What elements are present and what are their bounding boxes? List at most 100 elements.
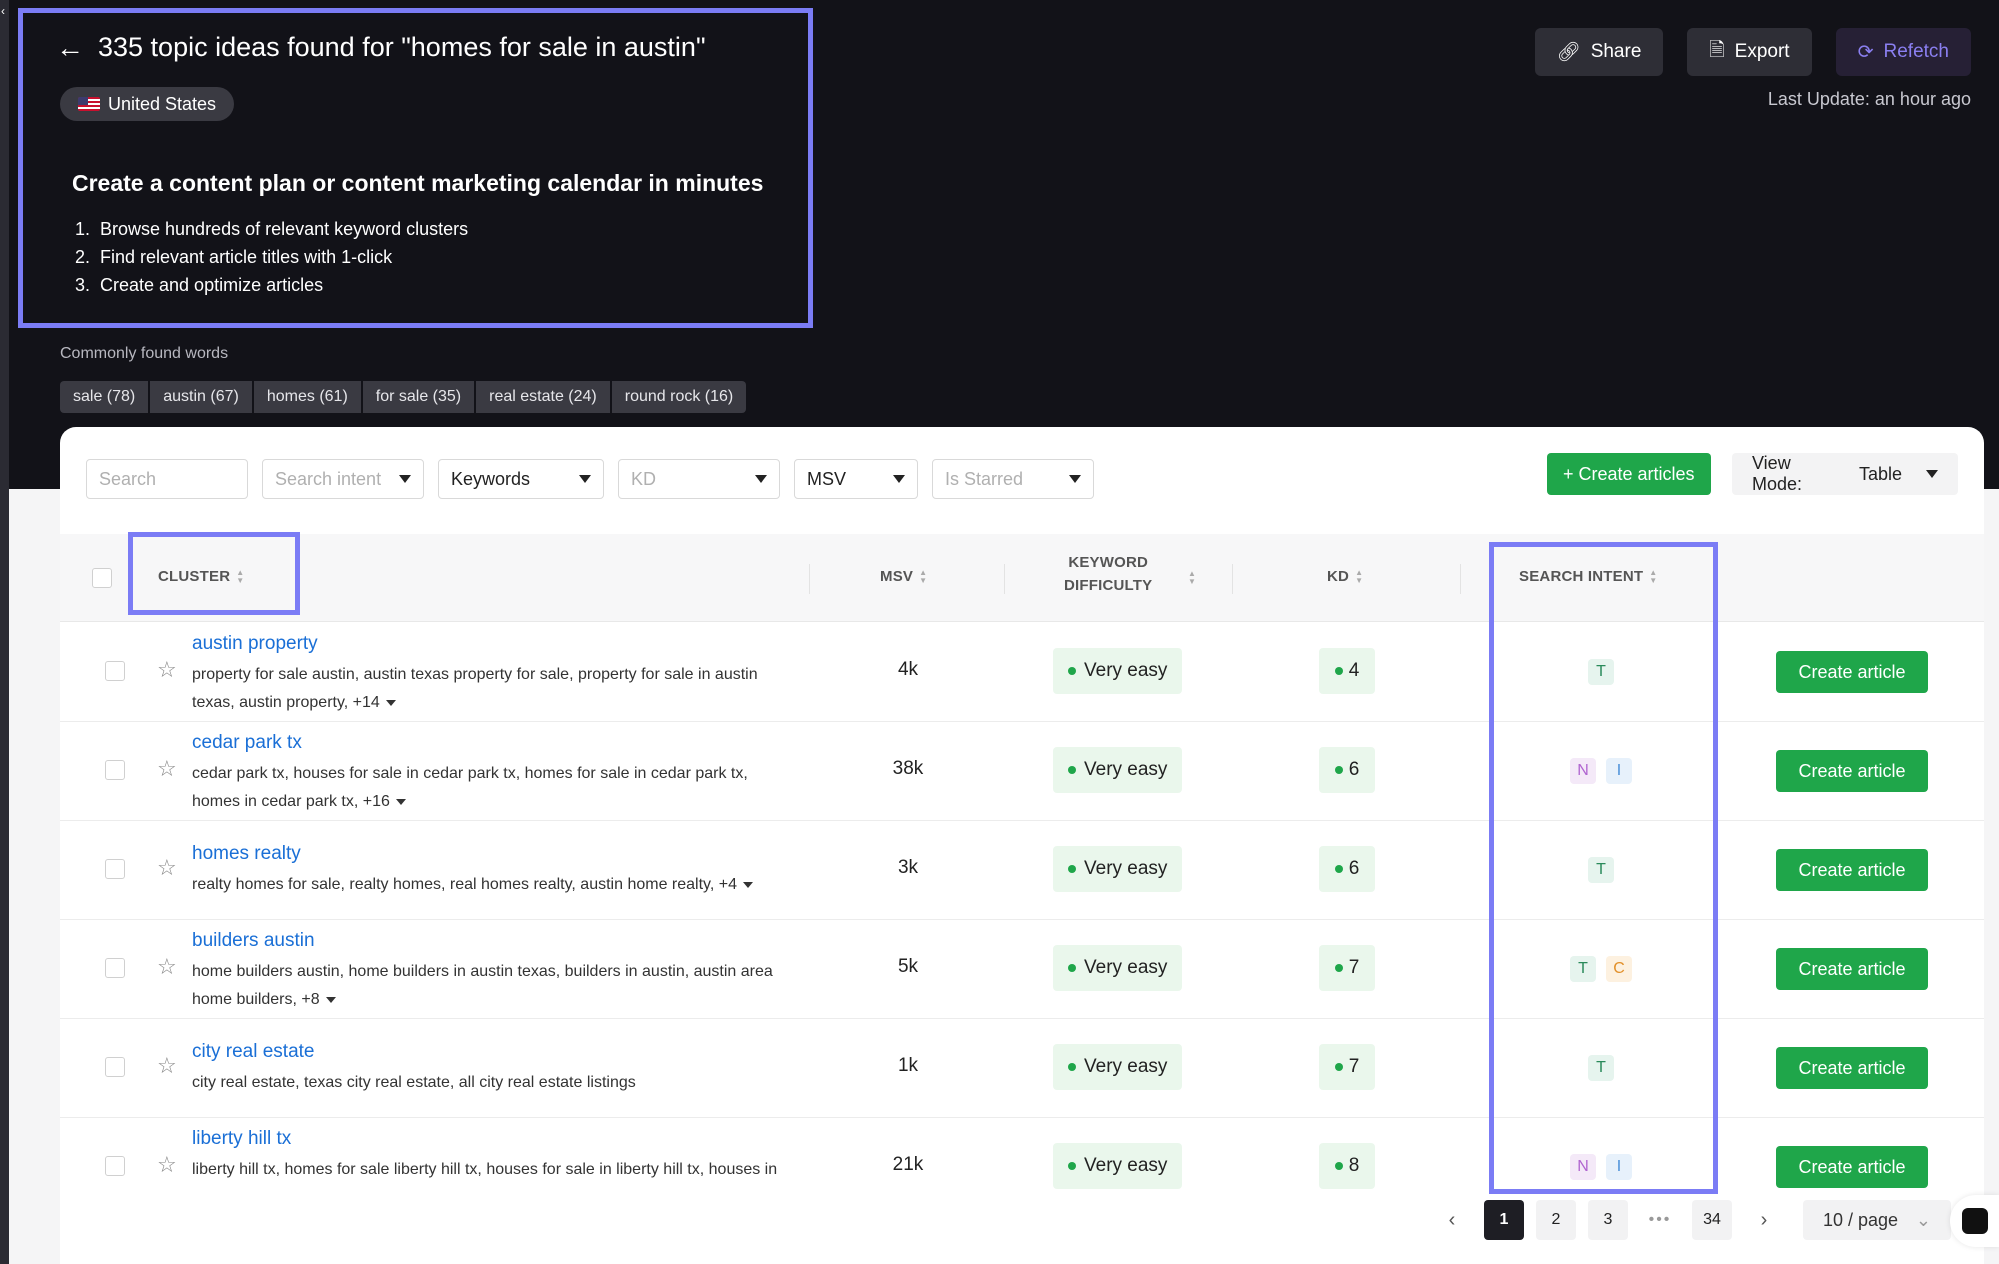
word-chip[interactable]: round rock (16)	[611, 381, 747, 413]
status-dot	[1068, 766, 1076, 774]
expand-caret-icon[interactable]	[742, 881, 753, 888]
row-checkbox[interactable]	[105, 1156, 125, 1176]
pagination-ellipsis[interactable]: •••	[1640, 1200, 1680, 1240]
search-intent-tags: T C	[1492, 956, 1710, 982]
create-article-button[interactable]: Create article	[1776, 651, 1928, 693]
status-dot	[1068, 1162, 1076, 1170]
cluster-link[interactable]: builders austin	[192, 930, 315, 952]
row-checkbox[interactable]	[105, 1057, 125, 1077]
word-chip[interactable]: for sale (35)	[362, 381, 475, 413]
intent-tag: C	[1606, 956, 1632, 982]
th-keyword-difficulty[interactable]: KEYWORD DIFFICULTY	[1064, 554, 1152, 594]
chevron-down-icon: ⌄	[1915, 1209, 1931, 1230]
view-mode-select[interactable]: View Mode: Table	[1732, 453, 1958, 495]
back-arrow-icon[interactable]: ←	[56, 33, 84, 62]
kd-badge: 6	[1319, 747, 1375, 793]
select-all-checkbox[interactable]	[92, 568, 112, 588]
sort-icon: ▲ ▼	[1355, 568, 1364, 585]
refetch-button[interactable]: ⟳ Refetch	[1835, 28, 1971, 76]
row-checkbox[interactable]	[105, 958, 125, 978]
column-divider	[1460, 564, 1461, 594]
row-checkbox[interactable]	[105, 859, 125, 879]
th-cluster[interactable]: CLUSTER ▲ ▼	[158, 568, 244, 585]
status-dot	[1334, 1162, 1343, 1170]
create-article-button[interactable]: Create article	[1776, 750, 1928, 792]
create-article-button[interactable]: Create article	[1776, 849, 1928, 891]
common-words-chips: sale (78) austin (67) homes (61) for sal…	[60, 381, 747, 413]
expand-caret-icon[interactable]	[385, 699, 396, 706]
word-chip[interactable]: sale (78)	[60, 381, 149, 413]
collapse-chevron-icon[interactable]: ‹	[1, 4, 5, 18]
page-button[interactable]: 1	[1484, 1200, 1524, 1240]
star-icon[interactable]: ☆	[157, 756, 177, 782]
prev-page-icon[interactable]: ‹	[1432, 1200, 1472, 1240]
create-articles-button[interactable]: + Create articles	[1547, 453, 1711, 495]
cluster-link[interactable]: liberty hill tx	[192, 1128, 291, 1150]
intent-tag: N	[1570, 1154, 1596, 1180]
word-chip[interactable]: real estate (24)	[476, 381, 610, 413]
keywords-select[interactable]: Keywords	[438, 459, 604, 499]
kd-select[interactable]: KD	[618, 459, 780, 499]
page-button[interactable]: 2	[1536, 1200, 1576, 1240]
star-icon[interactable]: ☆	[157, 855, 177, 881]
difficulty-badge: Very easy	[1053, 648, 1183, 694]
promo-step: 1. Browse hundreds of relevant keyword cl…	[74, 219, 469, 239]
caret-down-icon	[1069, 475, 1081, 483]
word-chip[interactable]: austin (67)	[150, 381, 252, 413]
intent-tag: T	[1588, 659, 1614, 685]
row-checkbox[interactable]	[105, 760, 125, 780]
msv-value: 38k	[892, 758, 924, 779]
msv-select[interactable]: MSV	[794, 459, 918, 499]
cluster-keywords: cedar park tx, houses for sale in cedar …	[192, 765, 748, 810]
next-page-icon[interactable]: ›	[1744, 1200, 1784, 1240]
msv-value: 5k	[897, 956, 919, 977]
table-row: ☆ austin property property for sale aust…	[60, 623, 1984, 722]
page-size-select[interactable]: 10 / page ⌄	[1803, 1200, 1951, 1240]
cluster-link[interactable]: city real estate	[192, 1041, 315, 1063]
chat-widget-icon[interactable]	[1950, 1195, 1999, 1247]
table-row: ☆ cedar park tx cedar park tx, houses fo…	[60, 722, 1984, 821]
th-search-intent[interactable]: SEARCH INTENT ▲ ▼	[1519, 568, 1657, 585]
expand-caret-icon[interactable]	[325, 996, 336, 1003]
word-chip[interactable]: homes (61)	[253, 381, 361, 413]
search-intent-tags: T	[1492, 659, 1710, 685]
cluster-link[interactable]: cedar park tx	[192, 732, 302, 754]
country-badge[interactable]: United States	[60, 87, 235, 121]
is-starred-select[interactable]: Is Starred	[932, 459, 1094, 499]
kd-badge: 7	[1319, 945, 1375, 991]
title-row: ← 335 topic ideas found for "homes for s…	[56, 32, 706, 63]
kd-badge: 8	[1319, 1143, 1375, 1189]
sort-icon: ▲ ▼	[919, 568, 928, 585]
search-intent-tags: T	[1492, 857, 1710, 883]
expand-caret-icon[interactable]	[395, 798, 406, 805]
star-icon[interactable]: ☆	[157, 954, 177, 980]
create-article-button[interactable]: Create article	[1776, 1047, 1928, 1089]
cluster-link[interactable]: austin property	[192, 633, 318, 655]
last-update: Last Update: an hour ago	[1767, 89, 1971, 109]
table-row: ☆ city real estate city real estate, tex…	[60, 1019, 1984, 1118]
us-flag-icon	[78, 97, 100, 111]
caret-down-icon	[893, 475, 905, 483]
page-button[interactable]: 3	[1588, 1200, 1628, 1240]
export-button[interactable]: 🗎 Export	[1687, 28, 1812, 76]
msv-value: 3k	[897, 857, 919, 878]
search-intent-tags: N I	[1492, 1154, 1710, 1180]
search-intent-select[interactable]: Search intent	[262, 459, 424, 499]
cluster-keywords: property for sale austin, austin texas p…	[192, 666, 758, 711]
page-button[interactable]: 34	[1692, 1200, 1732, 1240]
star-icon[interactable]: ☆	[157, 1152, 177, 1178]
th-kd[interactable]: KD ▲ ▼	[1327, 568, 1363, 585]
promo-steps: 1. Browse hundreds of relevant keyword cl…	[72, 215, 468, 299]
create-article-button[interactable]: Create article	[1776, 1146, 1928, 1188]
star-icon[interactable]: ☆	[157, 657, 177, 683]
row-checkbox[interactable]	[105, 661, 125, 681]
search-input[interactable]: Search	[86, 459, 248, 499]
create-article-button[interactable]: Create article	[1776, 948, 1928, 990]
table-header: CLUSTER ▲ ▼ MSV ▲ ▼ KEYWORD DIFFICULTY ▲ ▼ …	[60, 534, 1984, 622]
share-button[interactable]: 🔗︎ Share	[1534, 28, 1664, 76]
cluster-keywords: liberty hill tx, homes for sale liberty …	[192, 1161, 778, 1178]
star-icon[interactable]: ☆	[157, 1053, 177, 1079]
cluster-link[interactable]: homes realty	[192, 843, 301, 865]
top-actions: 🔗︎ Share 🗎 Export ⟳ Refetch	[1534, 28, 1971, 76]
th-msv[interactable]: MSV ▲ ▼	[880, 568, 927, 585]
